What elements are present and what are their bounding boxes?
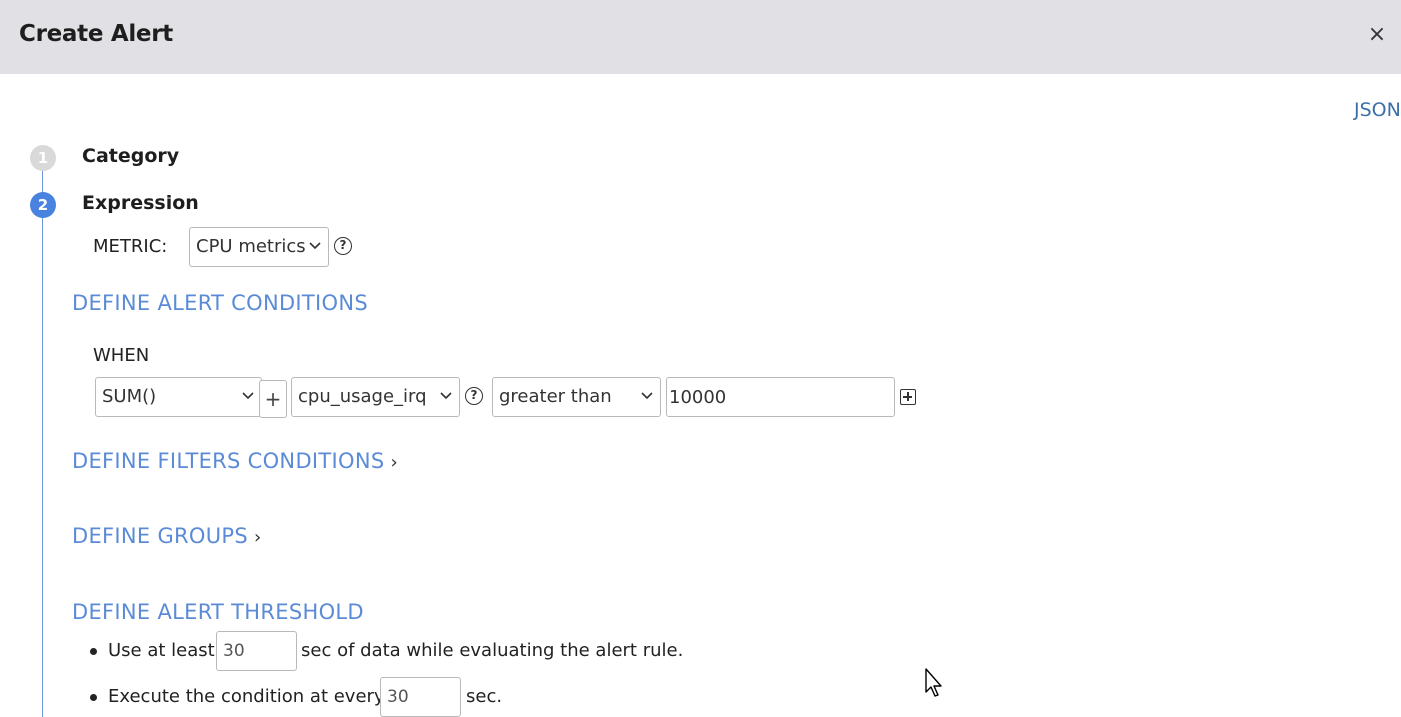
dialog-title: Create Alert xyxy=(19,21,173,47)
threshold-line2-prefix: Execute the condition at every xyxy=(108,686,385,707)
operator-select[interactable]: greater than xyxy=(492,377,661,417)
field-select[interactable]: cpu_usage_irq xyxy=(291,377,460,417)
threshold-line1-prefix: Use at least xyxy=(108,640,215,661)
section-title-filters[interactable]: DEFINE FILTERS CONDITIONS › xyxy=(72,449,398,473)
help-icon[interactable]: ? xyxy=(334,237,352,255)
help-icon[interactable]: ? xyxy=(465,387,483,405)
add-condition-icon[interactable] xyxy=(900,389,916,405)
aggregation-select[interactable]: SUM() xyxy=(95,377,262,417)
threshold-line2-suffix: sec. xyxy=(466,686,503,707)
step-connector-line xyxy=(42,168,43,717)
filters-title-text: DEFINE FILTERS CONDITIONS xyxy=(72,449,385,473)
chevron-down-icon xyxy=(242,392,254,400)
bullet-dot xyxy=(90,694,97,701)
chevron-right-icon: › xyxy=(254,527,262,548)
operator-select-value: greater than xyxy=(499,386,612,407)
execution-interval-input[interactable] xyxy=(380,677,461,717)
metric-select[interactable]: CPU metrics xyxy=(189,227,329,267)
field-select-value: cpu_usage_irq xyxy=(298,386,427,407)
mouse-cursor-icon xyxy=(925,668,942,697)
step-2-indicator: 2 xyxy=(30,192,56,218)
metric-select-value: CPU metrics xyxy=(196,236,306,257)
groups-title-text: DEFINE GROUPS xyxy=(72,524,249,548)
section-title-alert-conditions: DEFINE ALERT CONDITIONS xyxy=(72,291,369,315)
step-label-expression[interactable]: Expression xyxy=(82,192,199,214)
chevron-down-icon xyxy=(641,392,653,400)
aggregation-select-value: SUM() xyxy=(102,386,157,407)
bullet-dot xyxy=(90,648,97,655)
chevron-down-icon xyxy=(309,242,321,250)
add-aggregation-button[interactable]: + xyxy=(259,380,287,418)
step-1-indicator: 1 xyxy=(30,145,56,171)
chevron-right-icon: › xyxy=(390,452,398,473)
when-label: WHEN xyxy=(93,345,150,366)
threshold-line1-suffix: sec of data while evaluating the alert r… xyxy=(301,640,684,661)
threshold-value-input[interactable] xyxy=(666,377,895,417)
metric-label: METRIC: xyxy=(93,236,168,257)
step-label-category[interactable]: Category xyxy=(82,145,179,167)
dialog-header: Create Alert × xyxy=(0,0,1401,74)
chevron-down-icon xyxy=(440,392,452,400)
close-icon[interactable]: × xyxy=(1367,24,1387,46)
data-window-input[interactable] xyxy=(216,631,297,671)
json-link[interactable]: JSON xyxy=(1354,99,1401,121)
section-title-alert-threshold: DEFINE ALERT THRESHOLD xyxy=(72,600,364,624)
section-title-groups[interactable]: DEFINE GROUPS › xyxy=(72,524,262,548)
